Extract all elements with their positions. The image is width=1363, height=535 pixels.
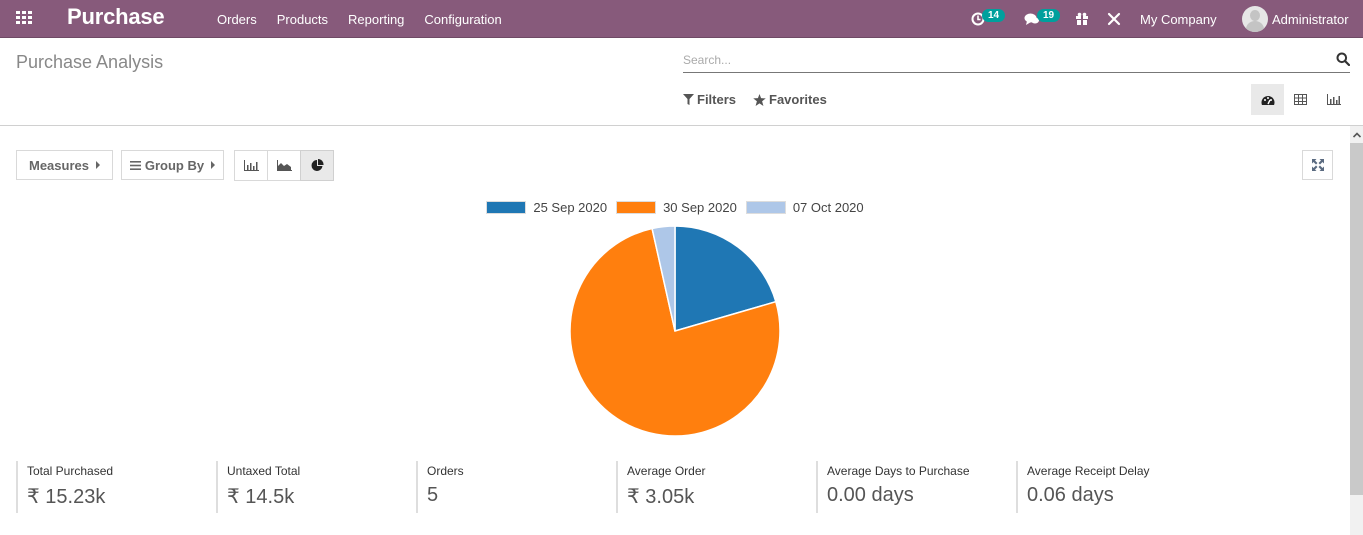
area-chart-icon [276, 160, 292, 171]
scroll-up-button[interactable] [1350, 126, 1363, 143]
user-avatar [1242, 6, 1268, 32]
gift-icon [1076, 12, 1088, 25]
filters-label: Filters [697, 92, 737, 107]
legend-swatch [616, 201, 657, 214]
group-by-button[interactable]: Group By [121, 150, 224, 180]
legend-swatch [745, 201, 786, 214]
caret-right-icon [211, 161, 216, 169]
top-navbar: Purchase Orders Products Reporting Confi… [0, 0, 1363, 38]
menu-configuration[interactable]: Configuration [414, 12, 511, 27]
legend-item[interactable]: 07 Oct 2020 [745, 200, 864, 215]
graph-bar-button[interactable] [234, 150, 268, 181]
kpi-value: 5 [427, 484, 439, 506]
kpi-label: Untaxed Total [227, 464, 301, 478]
measures-button[interactable]: Measures [16, 150, 113, 180]
fullscreen-button[interactable] [1302, 150, 1333, 180]
measures-label: Measures [29, 157, 89, 173]
kpi-value: ₹ 3.05k [627, 486, 695, 508]
messages-menu[interactable]: 19 [1024, 0, 1061, 38]
star-icon [753, 93, 766, 106]
debug-tools-button[interactable] [1107, 0, 1121, 38]
favorites-button[interactable]: Favorites [753, 92, 827, 107]
caret-right-icon [95, 161, 100, 169]
favorites-label: Favorites [769, 92, 827, 107]
scrollbar-thumb[interactable] [1350, 143, 1363, 495]
graph-line-button[interactable] [267, 150, 301, 181]
table-icon [1294, 94, 1307, 105]
tools-icon [1107, 12, 1121, 26]
pie-chart [569, 225, 781, 437]
kpi-value: 0.06 days [1027, 484, 1114, 506]
legend-label: 25 Sep 2020 [533, 200, 608, 215]
gift-button[interactable] [1075, 0, 1089, 38]
view-switcher [1251, 84, 1350, 115]
legend-item[interactable]: 25 Sep 2020 [486, 200, 607, 215]
kpi-label: Orders [427, 464, 464, 478]
kpi-total-purchased: Total Purchased ₹ 15.23k [16, 461, 216, 513]
view-graph-button[interactable] [1317, 84, 1350, 115]
apps-grid-icon[interactable] [16, 11, 33, 25]
kpi-label: Average Days to Purchase [827, 464, 970, 478]
kpi-average-days-to-purchase: Average Days to Purchase 0.00 days [816, 461, 1016, 513]
kpi-orders: Orders 5 [416, 461, 616, 513]
company-switcher[interactable]: My Company [1140, 0, 1217, 38]
page-title: Purchase Analysis [16, 52, 164, 72]
user-name: Administrator [1272, 11, 1349, 27]
kpi-label: Average Receipt Delay [1027, 464, 1150, 478]
vertical-scrollbar[interactable] [1350, 126, 1363, 535]
group-by-label: Group By [144, 157, 205, 173]
kpi-average-receipt-delay: Average Receipt Delay 0.06 days [1016, 461, 1216, 513]
kpi-average-order: Average Order ₹ 3.05k [616, 461, 816, 513]
search-input[interactable] [683, 50, 1323, 70]
messages-badge: 19 [1037, 8, 1061, 22]
legend-swatch [486, 201, 527, 214]
main-menu: Orders Products Reporting Configuration [207, 0, 512, 38]
expand-icon [1311, 159, 1324, 171]
activities-badge: 14 [982, 8, 1006, 22]
menu-orders[interactable]: Orders [207, 12, 267, 27]
graph-pie-button[interactable] [300, 150, 334, 181]
search-icon[interactable] [1336, 52, 1350, 66]
activities-menu[interactable]: 14 [971, 0, 1006, 38]
app-brand[interactable]: Purchase [67, 4, 165, 30]
search-bar [683, 50, 1350, 73]
filters-button[interactable]: Filters [683, 92, 736, 107]
legend-item[interactable]: 30 Sep 2020 [616, 200, 737, 215]
kpi-value: 0.00 days [827, 484, 914, 506]
kpi-label: Total Purchased [27, 464, 114, 478]
menu-reporting[interactable]: Reporting [338, 12, 414, 27]
kpi-value: ₹ 14.5k [227, 486, 295, 508]
graph-type-selector [234, 150, 334, 181]
filter-icon [683, 94, 694, 105]
kpi-untaxed-total: Untaxed Total ₹ 14.5k [216, 461, 416, 513]
bar-chart-icon [1326, 94, 1341, 105]
kpi-value: ₹ 15.23k [27, 486, 106, 508]
dashboard-content: Measures Group By 25 Sep 2020 30 Sep 202… [0, 126, 1350, 535]
chevron-up-icon [1352, 131, 1361, 138]
kpi-row: Total Purchased ₹ 15.23k Untaxed Total ₹… [16, 461, 1216, 513]
pie-chart-icon [311, 159, 324, 171]
chart-legend: 25 Sep 2020 30 Sep 2020 07 Oct 2020 [0, 200, 1350, 215]
legend-label: 07 Oct 2020 [792, 200, 864, 215]
bars-icon [129, 160, 141, 170]
bar-chart-icon [243, 160, 259, 171]
kpi-label: Average Order [627, 464, 706, 478]
control-panel: Purchase Analysis Filters Favorites [0, 38, 1363, 126]
tachometer-icon [1261, 95, 1274, 105]
user-menu[interactable]: Administrator [1242, 0, 1349, 38]
legend-label: 30 Sep 2020 [663, 200, 737, 215]
menu-products[interactable]: Products [267, 12, 338, 27]
view-dashboard-button[interactable] [1251, 84, 1284, 115]
view-pivot-button[interactable] [1284, 84, 1317, 115]
